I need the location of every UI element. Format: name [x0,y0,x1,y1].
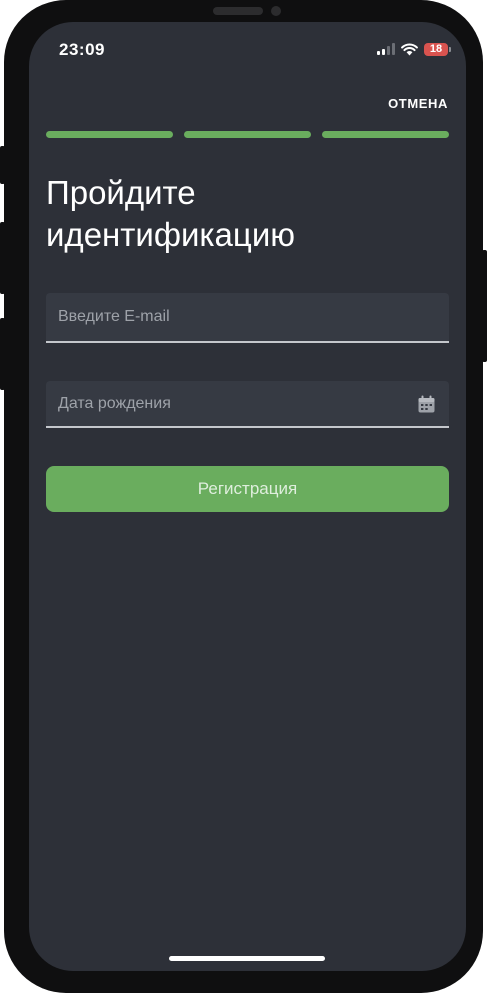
signal-icon [377,43,395,55]
battery-icon: 18 [424,42,451,56]
home-indicator[interactable] [169,956,325,961]
app-screen: 23:09 18 ОТМЕНА Пройдите идентификацию В… [29,22,466,971]
phone-frame: 23:09 18 ОТМЕНА Пройдите идентификацию В… [4,0,483,993]
calendar-icon[interactable] [418,395,435,413]
wifi-icon [401,43,418,55]
birthdate-field-container [46,381,449,428]
progress-step-3 [322,131,449,138]
progress-step-1 [46,131,173,138]
page-title: Пройдите идентификацию [46,174,295,253]
phone-device: 23:09 18 ОТМЕНА Пройдите идентификацию В… [0,0,487,993]
email-field-container [46,293,449,343]
register-button[interactable]: Регистрация [46,466,449,512]
status-indicators: 18 [377,41,451,57]
step-progress [46,131,449,138]
status-time: 23:09 [59,40,105,59]
front-camera [271,6,281,16]
battery-level: 18 [429,42,443,55]
cancel-button[interactable]: ОТМЕНА [388,96,448,111]
email-field[interactable] [46,293,449,341]
progress-step-2 [184,131,311,138]
speaker-grille [213,7,263,15]
birthdate-field[interactable] [46,381,449,426]
